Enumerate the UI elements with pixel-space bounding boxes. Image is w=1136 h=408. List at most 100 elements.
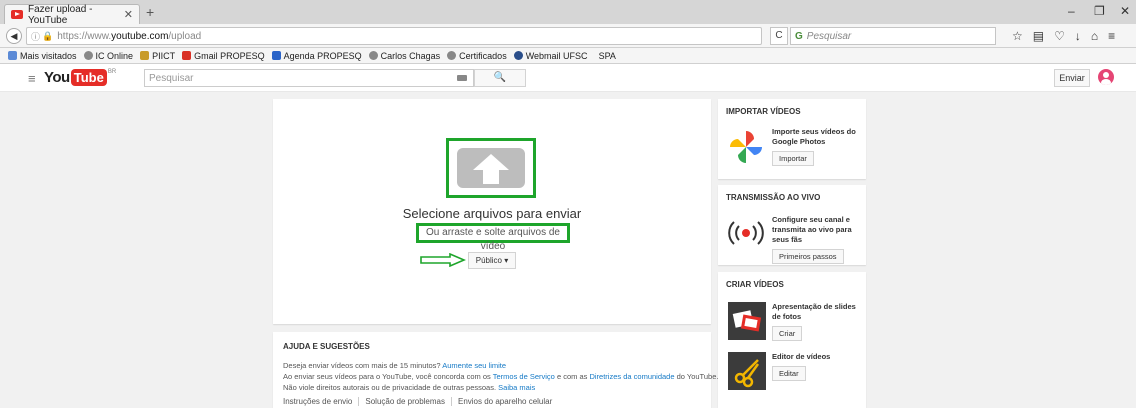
url-domain: youtube.com [111,30,169,42]
guide-menu-icon[interactable]: ≡ [28,71,36,86]
upload-title: Selecione arquivos para enviar [402,206,582,221]
import-text: Importe seus vídeos do Google Photos [772,127,856,146]
mail-icon [513,51,523,60]
import-button[interactable]: Importar [772,151,814,166]
youtube-header: ≡ You Tube BR Pesquisar 🔍 Enviar [0,64,1136,92]
community-guidelines-link[interactable]: Diretrizes da comunidade [589,372,674,381]
terms-of-service-link[interactable]: Termos de Serviço [493,372,555,381]
create-title: CRIAR VÍDEOS [726,280,784,289]
help-line-limit: Deseja enviar vídeos com mais de 15 minu… [283,361,507,370]
building-icon [140,51,150,60]
live-row: Configure seu canal e transmita ao vivo … [772,215,860,264]
bookmarks-bar: Mais visitados IC Online PIICT Gmail PRO… [0,48,1136,64]
reload-icon[interactable]: C [770,27,788,45]
upload-card: Selecione arquivos para enviar Ou arrast… [273,99,711,324]
toolbar-icons: ☆ ▤ ♡ ↓ ⌂ ≡ [1012,29,1115,43]
upload-button[interactable]: Enviar [1054,69,1090,87]
globe-icon [83,51,93,60]
import-videos-card: IMPORTAR VÍDEOS Importe seus vídeos do G… [718,99,866,179]
address-bar[interactable]: ⓘ 🔒 https://www. youtube.com/upload [26,27,762,45]
upload-icon[interactable] [457,148,525,188]
photo-slides-icon [732,310,762,332]
url-prefix: https://www. [57,30,112,42]
create-button[interactable]: Criar [772,326,803,341]
youtube-search-button[interactable]: 🔍 [474,69,526,87]
back-button[interactable]: ◀ [6,28,22,44]
troubleshooting-link[interactable]: Solução de problemas [358,397,451,406]
mobile-uploads-link[interactable]: Envios do aparelho celular [450,397,558,406]
globe-icon [368,51,378,60]
close-window-button[interactable]: ✕ [1120,4,1130,18]
browser-search-input[interactable]: G Pesquisar [790,27,996,45]
restore-button[interactable]: ❐ [1094,4,1105,18]
browser-nav-bar: ◀ ⓘ 🔒 https://www. youtube.com/upload C G… [0,24,1136,48]
learn-more-link[interactable]: Saiba mais [498,383,535,392]
upload-highlight-box[interactable] [446,138,536,198]
download-icon[interactable]: ↓ [1075,29,1081,43]
lock-icon: 🔒 [42,30,54,41]
bookmark-spa[interactable]: SPA [599,51,616,61]
upload-arrow-icon [473,154,509,184]
tab-title: Fazer upload - YouTube [28,3,93,26]
gmail-icon [182,51,192,60]
bookmark-agenda-propesq[interactable]: Agenda PROPESQ [271,51,362,61]
annotation-arrow-icon [420,253,466,267]
bookmark-star-icon[interactable]: ☆ [1012,29,1023,43]
create-videos-card: CRIAR VÍDEOS Apresentação de slides de f… [718,272,866,408]
search-icon: 🔍 [493,72,507,83]
slideshow-text: Apresentação de slides de fotos [772,302,856,321]
youtube-logo[interactable]: You Tube BR [44,69,116,86]
edit-button[interactable]: Editar [772,366,806,381]
live-title: TRANSMISSÃO AO VIVO [726,193,821,202]
browser-tab[interactable]: Fazer upload - YouTube ✕ [4,3,140,26]
new-tab-button[interactable]: + [146,5,154,19]
help-title: AJUDA E SUGESTÕES [283,342,370,351]
avatar[interactable] [1098,69,1114,85]
menu-icon[interactable]: ≡ [1108,29,1115,43]
search-engine-icon: G [795,30,803,42]
live-broadcast-icon [728,221,764,245]
import-title: IMPORTAR VÍDEOS [726,107,801,116]
bookmark-certificados[interactable]: Certificados [447,51,507,61]
folder-icon [8,51,17,60]
info-icon[interactable]: ⓘ [31,30,40,43]
scissors-icon [734,359,760,388]
home-icon[interactable]: ⌂ [1091,29,1098,43]
import-row: Importe seus vídeos do Google Photos Imp… [772,127,858,166]
help-links: Instruções de envio Solução de problemas… [283,397,701,406]
bookmark-gmail-propesq[interactable]: Gmail PROPESQ [182,51,265,61]
help-line-terms: Ao enviar seus vídeos para o YouTube, vo… [283,372,719,381]
bookmark-mais-visitados[interactable]: Mais visitados [8,51,77,61]
increase-limit-link[interactable]: Aumente seu limite [442,361,506,370]
youtube-search-input[interactable]: Pesquisar [144,69,474,87]
tab-close-icon[interactable]: ✕ [124,8,133,21]
upload-instructions-link[interactable]: Instruções de envio [283,397,358,406]
video-editor-thumbnail[interactable] [728,352,766,390]
live-text: Configure seu canal e transmita ao vivo … [772,215,852,244]
live-streaming-card: TRANSMISSÃO AO VIVO Configure seu canal … [718,185,866,265]
browser-search-placeholder: Pesquisar [806,30,852,42]
browser-tab-strip: Fazer upload - YouTube ✕ + – ❐ ✕ [0,0,1136,26]
keyboard-icon[interactable] [457,75,467,81]
globe-icon [447,51,457,60]
calendar-icon [271,51,281,60]
slideshow-thumbnail[interactable] [728,302,766,340]
reading-list-icon[interactable]: ▤ [1033,29,1044,43]
bookmark-webmail-ufsc[interactable]: Webmail UFSC [513,51,588,61]
help-line-copyright: Não viole direitos autorais ou de privac… [283,383,536,392]
help-card: AJUDA E SUGESTÕES Deseja enviar vídeos c… [273,332,719,408]
get-started-button[interactable]: Primeiros passos [772,249,844,264]
youtube-favicon-icon [11,10,23,19]
slideshow-row: Apresentação de slides de fotos Criar [772,302,860,341]
privacy-dropdown[interactable]: Público ▾ [468,252,516,269]
video-editor-text: Editor de vídeos [772,352,831,361]
bookmark-carlos-chagas[interactable]: Carlos Chagas [368,51,440,61]
bookmark-ic-online[interactable]: IC Online [83,51,133,61]
drag-drop-text: Ou arraste e solte arquivos de vídeo [416,223,570,252]
bookmark-piict[interactable]: PIICT [140,51,175,61]
url-path: /upload [168,30,202,42]
pocket-icon[interactable]: ♡ [1054,29,1065,43]
google-photos-icon [730,131,762,163]
minimize-button[interactable]: – [1068,4,1075,18]
video-editor-row: Editor de vídeos Editar [772,352,860,381]
